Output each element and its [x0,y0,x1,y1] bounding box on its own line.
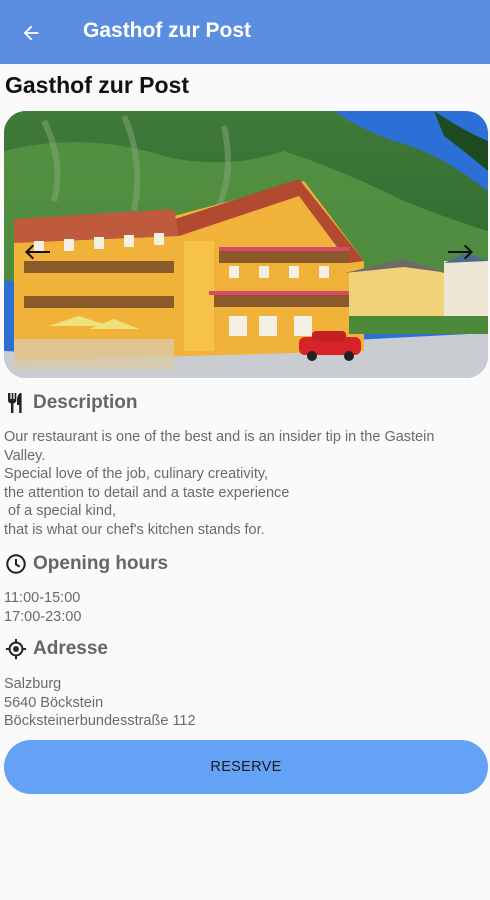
address-heading-text: Adresse [33,638,108,659]
description-heading-text: Description [33,392,138,413]
arrow-left-icon [23,25,39,41]
description-heading: Description [5,392,138,414]
address-line: 5640 Böckstein [4,694,104,711]
description-line: Our restaurant is one of the best and is… [4,429,435,445]
description-line: the attention to detail and a taste expe… [4,484,290,501]
restaurant-photo [4,111,488,378]
app-bar: Gasthof zur Post [0,0,490,64]
description-line: Valley. [4,447,46,464]
location-target-icon [5,638,27,660]
opening-hours-heading-text: Opening hours [33,553,169,574]
description-line: that is what our chef's kitchen stands f… [4,521,265,538]
address-text: Salzburg 5640 Böckstein Böcksteinerbunde… [4,675,486,731]
clock-icon [5,553,27,575]
app-bar-title: Gasthof zur Post [83,19,252,42]
opening-hours-heading: Opening hours [5,553,168,575]
address-line: Böcksteinerbundesstraße 112 [4,713,196,730]
arrow-left-icon [25,244,50,260]
opening-hours-text: 11:00-15:00 17:00-23:00 [4,589,486,626]
fork-knife-icon [5,392,27,414]
description-text: Our restaurant is one of the best and is… [4,428,486,540]
description-line: Special love of the job, culinary creati… [4,466,269,483]
gallery-prev-button[interactable] [22,242,52,262]
hours-line: 17:00-23:00 [4,608,82,625]
gallery-next-button[interactable] [446,242,476,262]
arrow-right-icon [448,244,473,260]
description-line: of a special kind, [4,503,117,520]
back-button[interactable] [18,20,44,46]
address-heading: Adresse [5,638,108,660]
hours-line: 11:00-15:00 [4,590,81,606]
reserve-button[interactable]: RESERVE [4,740,488,794]
address-line: Salzburg [4,676,62,692]
page-title: Gasthof zur Post [5,72,190,98]
